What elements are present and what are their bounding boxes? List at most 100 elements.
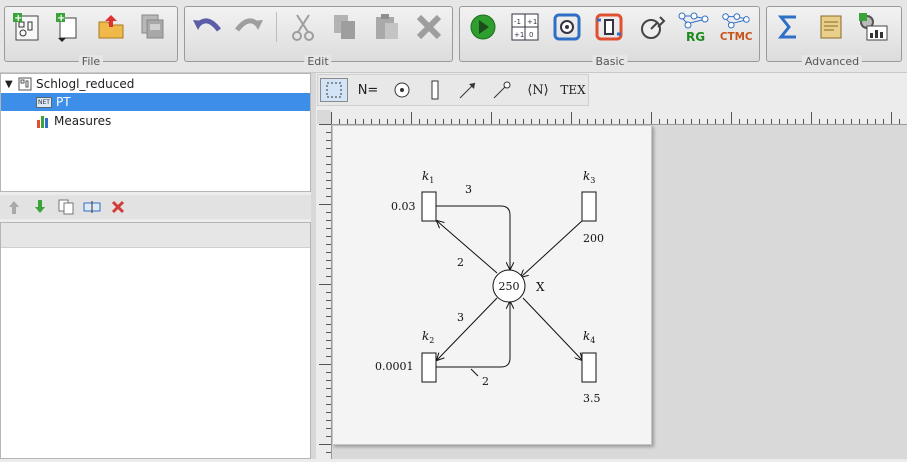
svg-text:+1: +1 — [514, 31, 524, 39]
copy-button[interactable] — [328, 10, 362, 44]
advanced-group-label: Advanced — [801, 55, 863, 68]
scroll-button[interactable] — [814, 10, 848, 44]
place-tool[interactable] — [388, 78, 416, 102]
delete-icon — [416, 14, 442, 40]
play-button[interactable] — [466, 10, 500, 44]
new-document-button[interactable]: + — [50, 10, 84, 44]
main-toolbar: File + + Edit Basic -1 +1 +1 0 RG CTMC A… — [0, 0, 907, 73]
flow-icon — [553, 13, 581, 41]
tex-tool[interactable]: TEX — [558, 78, 588, 102]
tree-root-row[interactable]: ▼ Schlogl_reduced — [1, 75, 310, 93]
net-badge-icon: NET — [35, 94, 53, 110]
transition-k2-name: k2 — [422, 329, 434, 345]
new-model-icon: + — [13, 13, 39, 41]
flow-button[interactable] — [550, 10, 584, 44]
measure-icon — [641, 16, 666, 39]
redo-icon — [235, 18, 263, 32]
new-document-icon: + — [56, 13, 77, 42]
constant-tool[interactable]: N= — [352, 78, 384, 102]
place-icon — [394, 82, 410, 98]
save-copies-icon — [141, 14, 164, 39]
collapse-arrow-icon[interactable]: ▼ — [5, 79, 17, 90]
selection-rect-icon — [326, 82, 342, 98]
save-copies-button[interactable] — [136, 10, 170, 44]
paste-button[interactable] — [370, 10, 404, 44]
weight-k2-in: 2 — [482, 375, 489, 388]
petri-net-diagram: 250 X k1 0.03 k2 0.0001 k3 200 k4 3.5 3 … — [375, 169, 604, 405]
delete-item-button[interactable] — [109, 198, 127, 216]
rename-button[interactable] — [83, 198, 101, 216]
file-group-label: File — [78, 55, 104, 68]
delete-button[interactable] — [412, 10, 446, 44]
rg-button[interactable]: RG — [676, 10, 710, 44]
edit-group-label: Edit — [304, 55, 332, 68]
redo-button[interactable] — [232, 10, 266, 44]
svg-text:+: + — [57, 13, 65, 24]
move-down-icon — [35, 200, 45, 213]
arc-tool[interactable] — [454, 78, 482, 102]
project-icon — [17, 76, 33, 92]
inhibitor-arc-icon — [493, 81, 511, 99]
tree-item-measures-label: Measures — [54, 114, 112, 128]
inhibitor-arc-tool[interactable] — [488, 78, 516, 102]
inhibit-icon — [595, 13, 623, 41]
tex-tool-label: TEX — [560, 83, 586, 97]
edit-separator — [276, 12, 277, 42]
measure-button[interactable] — [636, 10, 670, 44]
copy-icon — [334, 15, 355, 39]
open-folder-button[interactable] — [94, 10, 128, 44]
transition-k1-rate: 0.03 — [391, 200, 416, 213]
paste-icon — [376, 14, 398, 39]
tree-item-measures[interactable]: Measures — [1, 112, 310, 130]
arc-x-to-k1[interactable] — [437, 221, 498, 274]
transition-tool[interactable] — [421, 78, 449, 102]
ctmc-label: CTMC — [720, 31, 752, 43]
weight-k2-out: 3 — [457, 311, 464, 324]
duplicate-button[interactable] — [57, 198, 75, 216]
tree-item-pt-label: PT — [56, 95, 71, 109]
arc-x-to-k4[interactable] — [522, 297, 582, 360]
transition-k2[interactable] — [421, 352, 437, 383]
transition-k1[interactable] — [421, 191, 437, 222]
new-model-button[interactable]: + — [9, 10, 43, 44]
editor-toolbar: N= ⟨N⟩ TEX — [317, 74, 589, 106]
transition-k1-name: k1 — [422, 169, 434, 185]
inhibit-button[interactable] — [592, 10, 626, 44]
constant-tool-label: N= — [357, 82, 379, 98]
svg-text:+1: +1 — [527, 18, 537, 26]
transition-icon — [431, 80, 439, 100]
weight-k1-out: 3 — [465, 183, 472, 196]
ctmc-button[interactable]: CTMC — [718, 10, 752, 44]
play-icon — [470, 14, 496, 40]
move-down-button[interactable] — [31, 198, 49, 216]
arc-k1-to-x[interactable] — [436, 205, 510, 269]
basic-group-label: Basic — [592, 55, 628, 68]
arc-k2-to-x[interactable] — [436, 302, 510, 368]
transition-k4[interactable] — [581, 352, 597, 383]
matrix-button[interactable]: -1 +1 +1 0 — [508, 10, 542, 44]
tree-item-pt[interactable]: NET PT — [1, 93, 310, 111]
select-tool[interactable] — [320, 78, 348, 102]
template-tool[interactable]: ⟨N⟩ — [521, 78, 555, 102]
bar-chart-icon — [35, 113, 51, 129]
weight-k2-in-tick — [470, 368, 479, 377]
undo-button[interactable] — [190, 10, 224, 44]
undo-icon — [193, 18, 221, 32]
rename-icon — [83, 201, 101, 213]
rg-icon: RG — [678, 12, 709, 44]
transition-k3-name: k3 — [583, 169, 595, 185]
arc-k3-to-x[interactable] — [521, 219, 584, 277]
vertical-ruler — [317, 124, 332, 459]
sum-button[interactable] — [772, 10, 806, 44]
open-folder-icon — [98, 15, 124, 39]
transition-k3-rate: 200 — [583, 232, 604, 245]
panel-splitter[interactable] — [311, 73, 316, 459]
property-panel — [0, 222, 311, 459]
move-up-button[interactable] — [5, 198, 23, 216]
settings-chart-button[interactable] — [856, 10, 890, 44]
delete-icon — [111, 200, 125, 214]
cut-button[interactable] — [286, 10, 320, 44]
arc-x-to-k2[interactable] — [437, 297, 498, 360]
rg-label: RG — [686, 30, 705, 44]
transition-k3[interactable] — [581, 191, 597, 222]
